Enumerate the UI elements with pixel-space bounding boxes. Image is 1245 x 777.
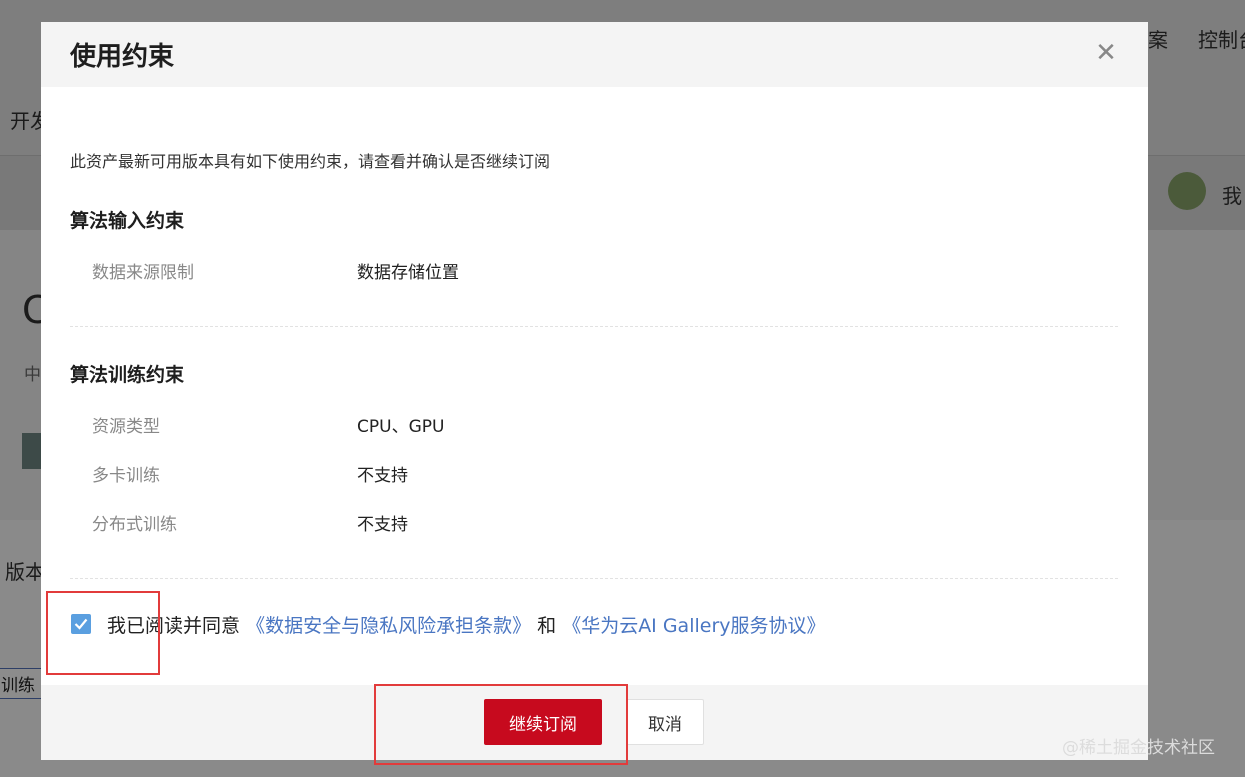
usage-constraints-dialog: 使用约束 ✕ 此资产最新可用版本具有如下使用约束，请查看并确认是否继续订阅 算法…: [41, 22, 1148, 760]
bg-subtitle: 中: [24, 365, 41, 385]
cancel-button[interactable]: 取消: [626, 699, 704, 745]
section-title-training: 算法训练约束: [70, 364, 185, 386]
section-divider: [70, 326, 1118, 327]
row-value-data-source: 数据存储位置: [357, 263, 459, 283]
row-label-distributed: 分布式训练: [92, 515, 177, 535]
row-label-data-source: 数据来源限制: [92, 263, 194, 283]
highlight-box-buttons: [374, 684, 628, 765]
bg-tag: 训练: [0, 668, 42, 699]
row-label-multi-card: 多卡训练: [92, 466, 160, 486]
agreement-connector: 和: [537, 615, 557, 637]
close-icon[interactable]: ✕: [1091, 38, 1121, 68]
bg-nav-item: 案: [1148, 28, 1168, 52]
row-value-resource-type: CPU、GPU: [357, 417, 445, 437]
dialog-header: 使用约束 ✕: [41, 22, 1148, 87]
bg-avatar: [1168, 172, 1206, 210]
privacy-terms-link[interactable]: 《数据安全与隐私风险承担条款》: [246, 615, 531, 637]
bg-nav-console: 控制台: [1198, 28, 1245, 52]
dialog-title: 使用约束: [70, 42, 175, 72]
row-value-multi-card: 不支持: [357, 466, 408, 486]
bg-user-label: 我: [1222, 184, 1242, 208]
highlight-box-checkbox: [46, 591, 160, 675]
dialog-intro: 此资产最新可用版本具有如下使用约束，请查看并确认是否继续订阅: [70, 152, 551, 171]
agreement-text: 我已阅读并同意 《数据安全与隐私风险承担条款》 和 《华为云AI Gallery…: [107, 611, 826, 638]
bg-version-label: 版本: [5, 560, 45, 584]
service-agreement-link[interactable]: 《华为云AI Gallery服务协议》: [562, 615, 825, 637]
section-title-input: 算法输入约束: [70, 210, 185, 232]
row-value-distributed: 不支持: [357, 515, 408, 535]
section-divider: [70, 578, 1118, 579]
row-label-resource-type: 资源类型: [92, 417, 160, 437]
watermark: @稀土掘金技术社区: [1062, 738, 1215, 758]
